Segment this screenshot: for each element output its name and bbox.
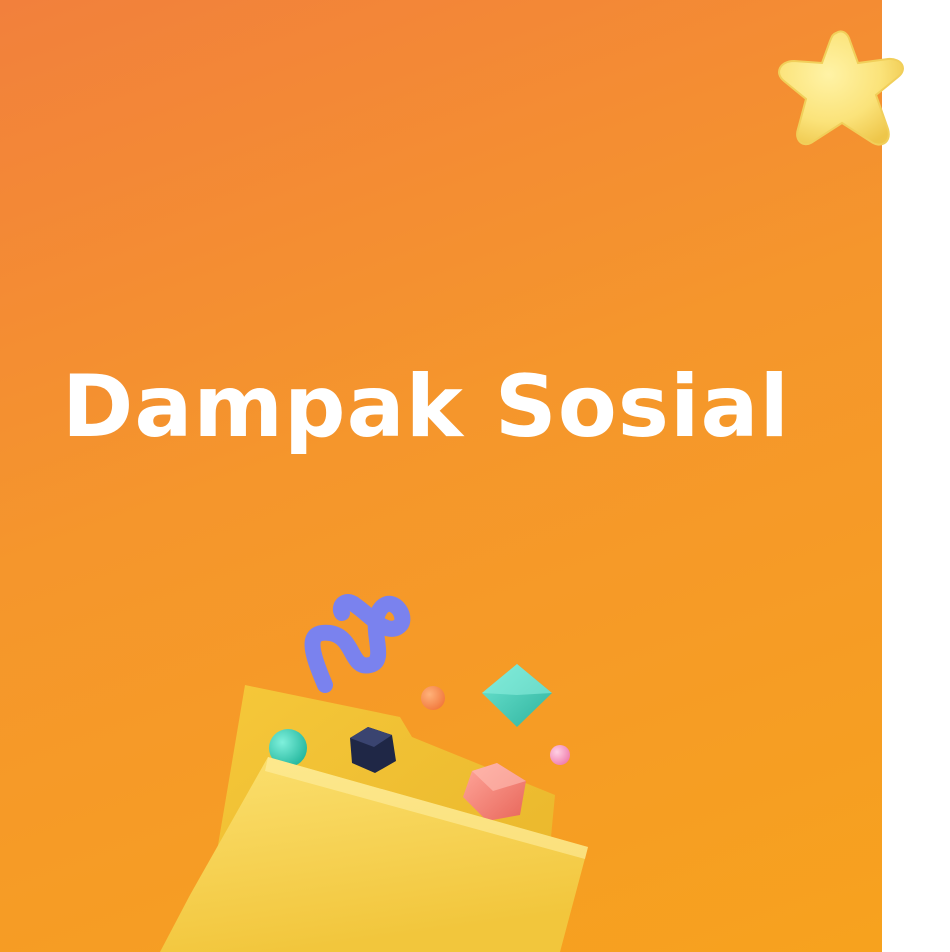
orange-ball-shape: [421, 686, 445, 710]
folder-illustration: [160, 594, 588, 952]
squiggle-shape: [304, 594, 411, 693]
pink-ball-shape: [550, 745, 570, 765]
slide: Dampak Sosial: [0, 0, 950, 952]
star-icon: [778, 30, 904, 146]
teal-cube-shape: [482, 664, 552, 727]
slide-card: Dampak Sosial: [0, 0, 882, 952]
slide-title: Dampak Sosial: [62, 357, 790, 457]
